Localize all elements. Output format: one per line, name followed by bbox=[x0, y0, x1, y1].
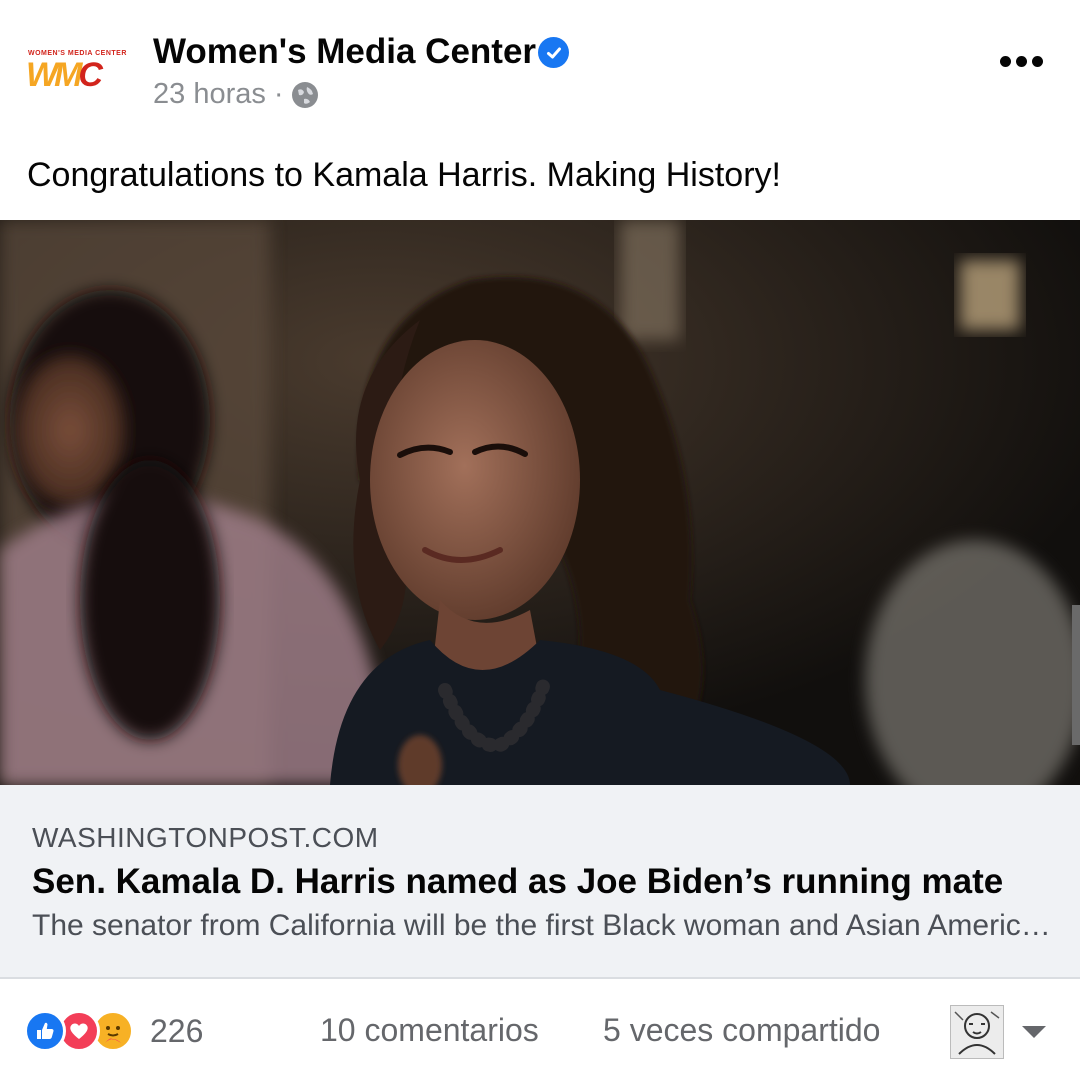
link-description: The senator from California will be the … bbox=[32, 909, 1052, 942]
more-options-icon[interactable] bbox=[1000, 56, 1048, 70]
globe-icon bbox=[291, 81, 318, 108]
more-dot bbox=[1016, 56, 1027, 67]
shares-count-link[interactable]: 5 veces compartido bbox=[603, 1012, 880, 1049]
logo-mark: WMC bbox=[26, 55, 103, 95]
like-reaction-icon bbox=[24, 1010, 66, 1052]
logo-mark-wm: WM bbox=[26, 56, 82, 94]
more-dot bbox=[1000, 56, 1011, 67]
post-text: Congratulations to Kamala Harris. Making… bbox=[27, 156, 781, 194]
reacting-user-avatar[interactable] bbox=[950, 1005, 1004, 1059]
logo-mark-c: C bbox=[78, 56, 102, 94]
reaction-count: 226 bbox=[150, 1012, 204, 1049]
page-avatar-logo[interactable]: WOMEN'S MEDIA CENTER WMC bbox=[24, 42, 130, 96]
reactions-summary[interactable]: 226 bbox=[24, 1010, 203, 1052]
post-timestamp[interactable]: 23 horas bbox=[153, 78, 266, 111]
link-title[interactable]: Sen. Kamala D. Harris named as Joe Biden… bbox=[32, 862, 1003, 902]
page-name-link[interactable]: Women's Media Center bbox=[153, 32, 536, 72]
more-dot bbox=[1032, 56, 1043, 67]
post-header: WOMEN'S MEDIA CENTER WMC Women's Media C… bbox=[0, 0, 1080, 140]
link-domain: WASHINGTONPOST.COM bbox=[32, 822, 379, 853]
meta-separator: · bbox=[273, 78, 284, 110]
comments-count-link[interactable]: 10 comentarios bbox=[320, 1012, 539, 1049]
post-meta: 23 horas · bbox=[153, 78, 318, 111]
chevron-down-icon[interactable] bbox=[1022, 1026, 1046, 1038]
link-preview-image[interactable] bbox=[0, 220, 1080, 785]
verified-badge-icon bbox=[538, 37, 569, 68]
